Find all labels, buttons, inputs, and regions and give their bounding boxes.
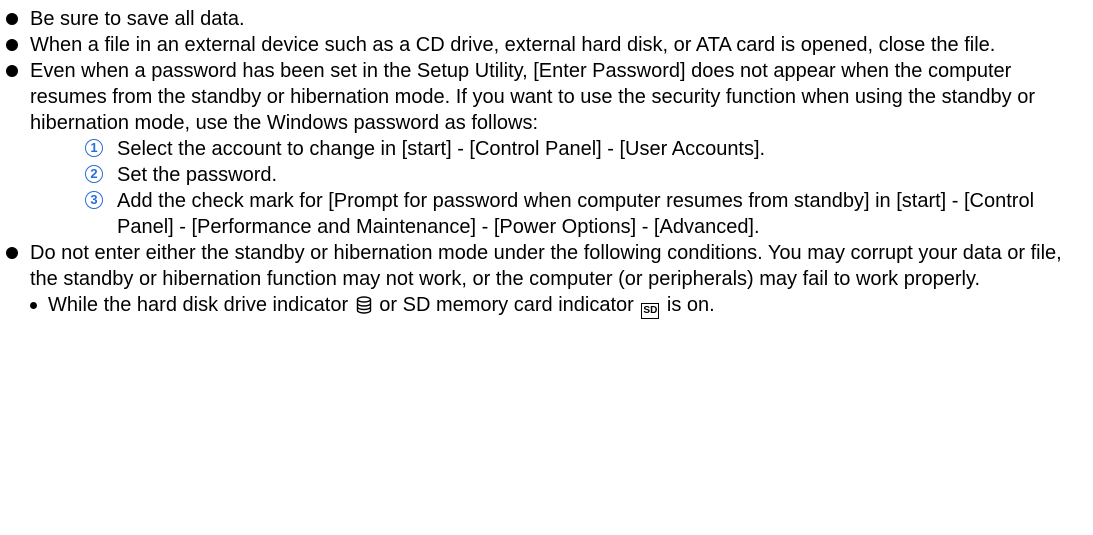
precautions-list: Be sure to save all data. When a file in… (0, 6, 1093, 136)
list-item: Do not enter either the standby or hiber… (0, 240, 1083, 292)
list-item: Be sure to save all data. (0, 6, 1083, 32)
conditions-list: Do not enter either the standby or hiber… (0, 240, 1093, 292)
step-item: 1 Select the account to change in [start… (0, 136, 1093, 162)
step-item: 2 Set the password. (0, 162, 1093, 188)
bullet-icon (6, 13, 18, 25)
step-text: Select the account to change in [start] … (117, 138, 766, 160)
step-number-icon: 3 (85, 191, 103, 209)
bullet-text: Do not enter either the standby or hiber… (30, 242, 1062, 290)
list-item: When a file in an external device such a… (0, 32, 1083, 58)
step-text: Add the check mark for [Prompt for passw… (117, 190, 1035, 238)
list-item: Even when a password has been set in the… (0, 58, 1083, 136)
step-text: Set the password. (117, 164, 278, 186)
bullet-text: Be sure to save all data. (30, 8, 245, 30)
bullet-text: When a file in an external device such a… (30, 34, 996, 56)
sub-text-before: While the hard disk drive indicator (48, 294, 349, 316)
bullet-icon (6, 65, 18, 77)
document-page: Be sure to save all data. When a file in… (0, 0, 1093, 535)
hard-disk-indicator-icon (356, 296, 371, 314)
sd-card-indicator-icon: SD (641, 303, 660, 319)
step-item: 3 Add the check mark for [Prompt for pas… (0, 188, 1093, 240)
bullet-icon (6, 39, 18, 51)
sub-text-after: is on. (666, 294, 715, 316)
condition-sub-list: While the hard disk drive indicator or S… (0, 292, 1093, 319)
bullet-text: Even when a password has been set in the… (30, 60, 1035, 134)
bullet-icon (6, 247, 18, 259)
password-steps-list: 1 Select the account to change in [start… (0, 136, 1093, 240)
step-number-icon: 2 (85, 165, 103, 183)
sub-list-item: While the hard disk drive indicator or S… (0, 292, 1093, 319)
step-number-icon: 1 (85, 139, 103, 157)
sub-text-middle: or SD memory card indicator (379, 294, 634, 316)
sub-bullet-icon (30, 302, 37, 309)
